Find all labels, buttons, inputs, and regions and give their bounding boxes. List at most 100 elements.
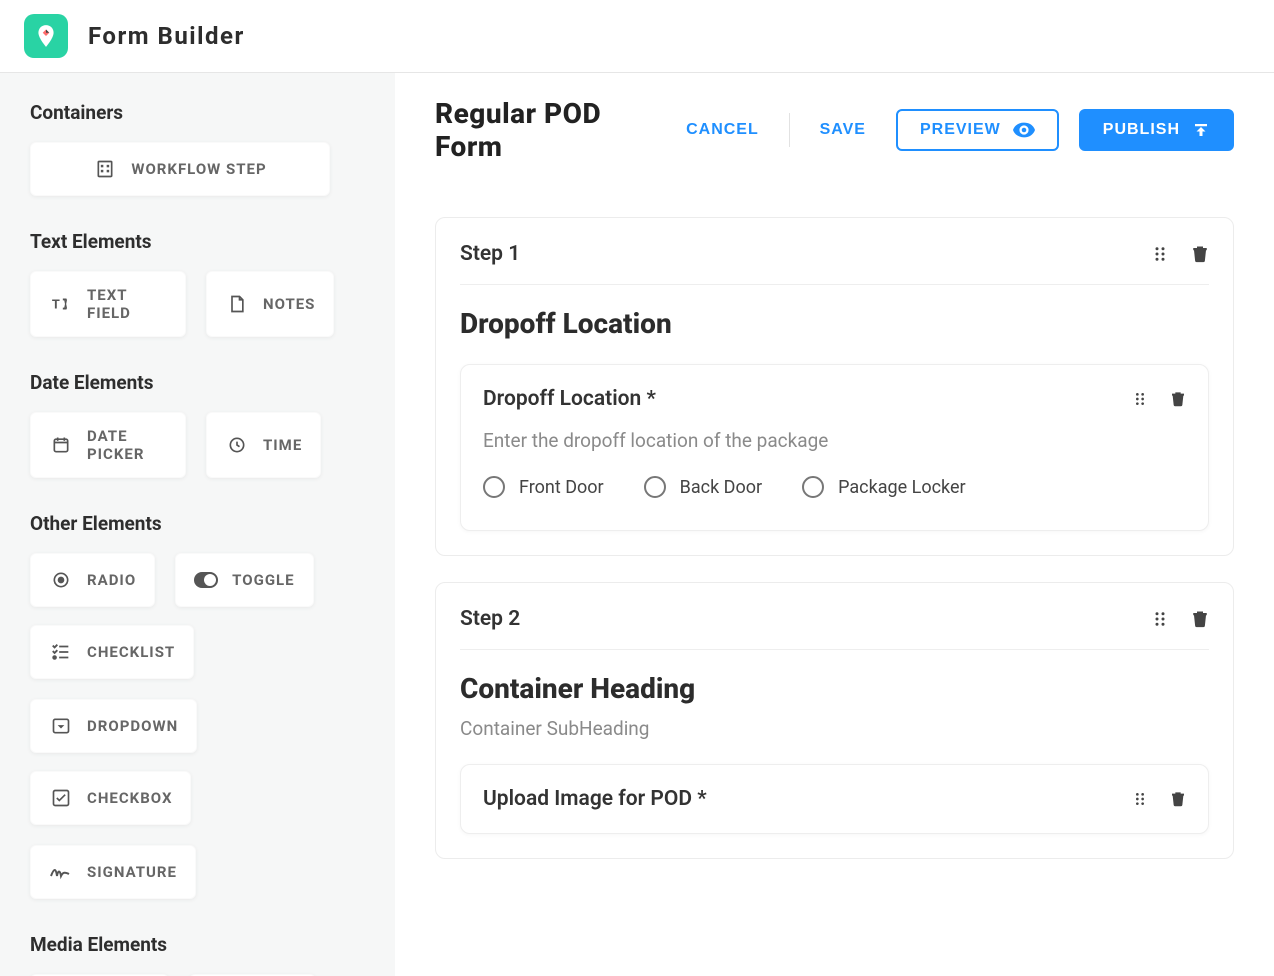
step-title: Step 2 — [460, 607, 520, 631]
delete-button[interactable] — [1170, 790, 1186, 808]
checkbox-icon — [49, 786, 73, 810]
app-title: Form Builder — [88, 22, 245, 50]
dropdown-icon — [49, 714, 73, 738]
label: PREVIEW — [920, 121, 1001, 139]
drag-icon — [1132, 791, 1148, 807]
field-title: Upload Image for POD * — [483, 787, 707, 811]
label: CHECKBOX — [87, 789, 172, 807]
step-card-2: Step 2 Container Heading Co — [435, 582, 1234, 859]
element-radio[interactable]: RADIO — [30, 553, 155, 607]
drag-handle[interactable] — [1151, 245, 1169, 263]
section-subheading: Container SubHeading — [460, 717, 1209, 740]
drag-handle[interactable] — [1132, 391, 1148, 407]
svg-text:T: T — [52, 298, 60, 313]
eye-icon — [1013, 122, 1035, 138]
label: CHECKLIST — [87, 643, 175, 661]
radio-circle-icon — [802, 476, 824, 498]
drag-icon — [1151, 610, 1169, 628]
radio-options: Front Door Back Door Package Locker — [483, 476, 1186, 508]
label: TEXT FIELD — [87, 286, 167, 322]
element-time[interactable]: TIME — [206, 412, 321, 478]
label: RADIO — [87, 571, 136, 589]
step-title: Step 1 — [460, 242, 520, 266]
radio-icon — [49, 568, 73, 592]
preview-button[interactable]: PREVIEW — [896, 109, 1059, 151]
trash-icon — [1170, 790, 1186, 808]
drag-icon — [1151, 245, 1169, 263]
sidebar-section-containers: Containers WORKFLOW STEP — [30, 101, 365, 196]
drag-handle[interactable] — [1151, 610, 1169, 628]
divider — [789, 113, 790, 147]
publish-icon — [1192, 121, 1210, 139]
field-description: Enter the dropoff location of the packag… — [483, 429, 1186, 452]
trash-icon — [1191, 609, 1209, 629]
drag-handle[interactable] — [1132, 791, 1148, 807]
label: WORKFLOW STEP — [131, 160, 266, 178]
radio-option-package-locker[interactable]: Package Locker — [802, 476, 965, 498]
element-checklist[interactable]: CHECKLIST — [30, 625, 194, 679]
workflow-icon — [93, 157, 117, 181]
label: SIGNATURE — [87, 863, 177, 881]
toggle-icon — [194, 568, 218, 592]
app-logo — [24, 14, 68, 58]
element-text-field[interactable]: T TEXT FIELD — [30, 271, 186, 337]
option-label: Package Locker — [838, 477, 965, 498]
section-heading: Dropoff Location — [460, 307, 1209, 340]
section-title: Text Elements — [30, 230, 365, 253]
section-title: Other Elements — [30, 512, 365, 535]
sidebar-section-text-elements: Text Elements T TEXT FIELD NOTES — [30, 230, 365, 337]
field-title: Dropoff Location * — [483, 387, 656, 411]
publish-button[interactable]: PUBLISH — [1079, 109, 1234, 151]
element-checkbox[interactable]: CHECKBOX — [30, 771, 191, 825]
field-card-dropoff-location: Dropoff Location * — [460, 364, 1209, 531]
element-dropdown[interactable]: DROPDOWN — [30, 699, 197, 753]
element-date-picker[interactable]: DATE PICKER — [30, 412, 186, 478]
delete-button[interactable] — [1191, 244, 1209, 264]
notes-icon — [225, 292, 249, 316]
option-label: Front Door — [519, 477, 604, 498]
signature-icon — [49, 860, 73, 884]
delete-button[interactable] — [1170, 390, 1186, 408]
section-title: Date Elements — [30, 371, 365, 394]
form-title: Regular POD Form — [435, 97, 636, 163]
label: TIME — [263, 436, 302, 454]
sidebar-section-date-elements: Date Elements DATE PICKER TIME — [30, 371, 365, 478]
calendar-icon — [49, 433, 73, 457]
label: PUBLISH — [1103, 121, 1180, 139]
drag-icon — [1132, 391, 1148, 407]
app-header: Form Builder — [0, 0, 1274, 73]
option-label: Back Door — [680, 477, 762, 498]
cancel-button[interactable]: CANCEL — [676, 115, 769, 145]
sidebar: Containers WORKFLOW STEP Text Elements — [0, 73, 395, 976]
step-card-1: Step 1 Dropoff Location — [435, 217, 1234, 556]
sidebar-section-other-elements: Other Elements RADIO TOGGLE — [30, 512, 365, 899]
toolbar: Regular POD Form CANCEL SAVE PREVIEW PUB… — [395, 73, 1274, 173]
element-signature[interactable]: SIGNATURE — [30, 845, 196, 899]
radio-circle-icon — [644, 476, 666, 498]
trash-icon — [1170, 390, 1186, 408]
element-workflow-step[interactable]: WORKFLOW STEP — [30, 142, 330, 196]
label: DROPDOWN — [87, 717, 178, 735]
radio-circle-icon — [483, 476, 505, 498]
radio-option-front-door[interactable]: Front Door — [483, 476, 604, 498]
element-toggle[interactable]: TOGGLE — [175, 553, 313, 607]
label: DATE PICKER — [87, 427, 167, 463]
field-card-upload-image: Upload Image for POD * — [460, 764, 1209, 834]
pin-icon — [33, 23, 59, 49]
save-button[interactable]: SAVE — [810, 115, 876, 145]
clock-icon — [225, 433, 249, 457]
trash-icon — [1191, 244, 1209, 264]
radio-option-back-door[interactable]: Back Door — [644, 476, 762, 498]
section-title: Containers — [30, 101, 365, 124]
label: NOTES — [263, 295, 315, 313]
sidebar-section-media-elements: Media Elements UPLOAD IMAGE — [30, 933, 365, 976]
main-area: Regular POD Form CANCEL SAVE PREVIEW PUB… — [395, 73, 1274, 976]
delete-button[interactable] — [1191, 609, 1209, 629]
element-notes[interactable]: NOTES — [206, 271, 334, 337]
form-canvas[interactable]: Step 1 Dropoff Location — [395, 197, 1274, 976]
section-heading: Container Heading — [460, 672, 1209, 705]
checklist-icon — [49, 640, 73, 664]
label: TOGGLE — [232, 571, 294, 589]
text-field-icon: T — [49, 292, 73, 316]
section-title: Media Elements — [30, 933, 365, 956]
